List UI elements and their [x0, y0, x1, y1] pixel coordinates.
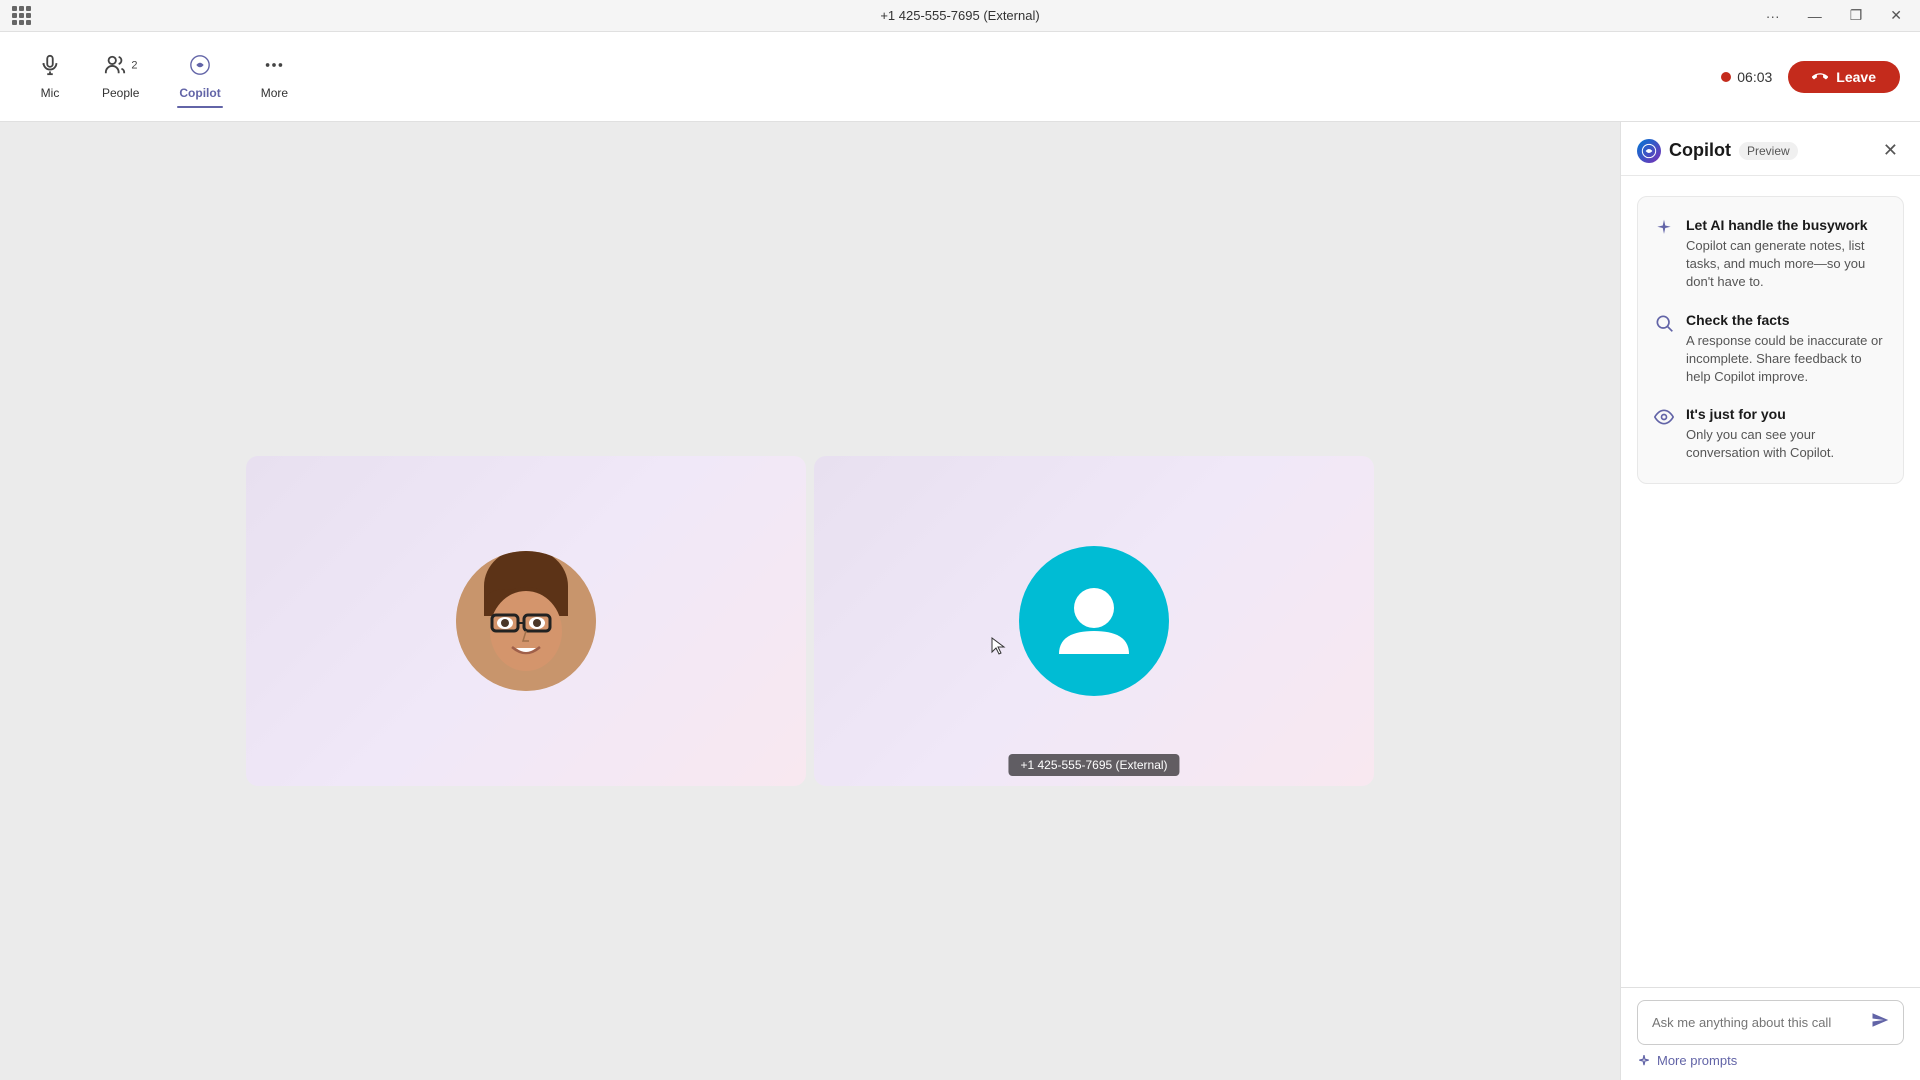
title-bar-left — [12, 6, 31, 25]
more-options-button[interactable]: ··· — [1760, 6, 1786, 26]
mic-button[interactable]: Mic — [20, 46, 80, 108]
external-caller-avatar — [1019, 546, 1169, 696]
main-content: +1 425-555-7695 (External) Copilot Previ… — [0, 122, 1920, 1080]
copilot-info-title-1: Let AI handle the busywork — [1686, 217, 1887, 233]
copilot-preview-badge: Preview — [1739, 142, 1798, 160]
copilot-info-title-2: Check the facts — [1686, 312, 1887, 328]
person-icon-svg — [1049, 576, 1139, 666]
external-caller-label: +1 425-555-7695 (External) — [1008, 754, 1179, 776]
sparkle-icon — [1654, 218, 1674, 243]
copilot-icon — [189, 54, 211, 82]
send-button[interactable] — [1871, 1011, 1889, 1034]
ask-input[interactable] — [1652, 1015, 1871, 1030]
copilot-info-body-1: Copilot can generate notes, list tasks, … — [1686, 237, 1887, 292]
copilot-info-body-2: A response could be inaccurate or incomp… — [1686, 332, 1887, 387]
local-video-tile — [246, 456, 806, 786]
copilot-button[interactable]: Copilot — [161, 46, 238, 108]
copilot-footer: More prompts — [1621, 987, 1920, 1080]
mic-label: Mic — [41, 86, 60, 100]
recording-dot — [1721, 72, 1731, 82]
restore-button[interactable]: ❐ — [1844, 5, 1869, 26]
ask-input-wrapper[interactable] — [1637, 1000, 1904, 1045]
copilot-panel: Copilot Preview ✕ Let AI handle the busy… — [1620, 122, 1920, 1080]
phone-icon — [1812, 69, 1828, 85]
minimize-button[interactable]: — — [1802, 6, 1828, 26]
title-bar-title: +1 425-555-7695 (External) — [880, 8, 1039, 23]
people-icon: 2 — [104, 54, 138, 82]
copilot-logo — [1637, 139, 1661, 163]
toolbar-right: 06:03 Leave — [1721, 61, 1900, 93]
copilot-close-button[interactable]: ✕ — [1877, 138, 1904, 163]
more-label: More — [261, 86, 288, 100]
copilot-info-text-1: Let AI handle the busywork Copilot can g… — [1686, 217, 1887, 292]
video-area: +1 425-555-7695 (External) — [0, 122, 1620, 1080]
external-video-tile: +1 425-555-7695 (External) — [814, 456, 1374, 786]
magnify-icon — [1654, 313, 1674, 338]
copilot-label: Copilot — [179, 86, 220, 100]
video-grid: +1 425-555-7695 (External) — [0, 162, 1620, 1080]
app-grid-icon[interactable] — [12, 6, 31, 25]
more-prompts-button[interactable]: More prompts — [1637, 1053, 1737, 1068]
copilot-info-item-3: It's just for you Only you can see your … — [1654, 406, 1887, 462]
copilot-panel-title: Copilot — [1669, 140, 1731, 161]
title-bar-controls: ··· — ❐ ✕ — [1760, 5, 1908, 26]
avatar-face-svg — [456, 551, 596, 691]
copilot-logo-svg — [1641, 143, 1657, 159]
leave-button[interactable]: Leave — [1788, 61, 1900, 93]
people-button[interactable]: 2 People — [84, 46, 157, 108]
copilot-info-item-1: Let AI handle the busywork Copilot can g… — [1654, 217, 1887, 292]
sparkle-small-icon — [1637, 1054, 1651, 1068]
copilot-info-card: Let AI handle the busywork Copilot can g… — [1637, 196, 1904, 484]
recording-badge: 06:03 — [1721, 69, 1772, 85]
copilot-body: Let AI handle the busywork Copilot can g… — [1621, 176, 1920, 987]
toolbar: Mic 2 People Copil — [0, 32, 1920, 122]
copilot-info-title-3: It's just for you — [1686, 406, 1887, 422]
copilot-info-body-3: Only you can see your conversation with … — [1686, 426, 1887, 462]
copilot-header-left: Copilot Preview — [1637, 139, 1798, 163]
people-label: People — [102, 86, 139, 100]
send-icon — [1871, 1011, 1889, 1029]
more-icon — [263, 54, 285, 82]
close-button[interactable]: ✕ — [1884, 5, 1908, 26]
leave-label: Leave — [1836, 69, 1876, 85]
copilot-info-text-3: It's just for you Only you can see your … — [1686, 406, 1887, 462]
people-count: 2 — [131, 59, 137, 71]
copilot-info-text-2: Check the facts A response could be inac… — [1686, 312, 1887, 387]
copilot-header: Copilot Preview ✕ — [1621, 122, 1920, 176]
more-button[interactable]: More — [243, 46, 306, 108]
copilot-info-item-2: Check the facts A response could be inac… — [1654, 312, 1887, 387]
title-bar: +1 425-555-7695 (External) ··· — ❐ ✕ — [0, 0, 1920, 32]
more-prompts-label: More prompts — [1657, 1053, 1737, 1068]
eye-icon — [1654, 407, 1674, 432]
toolbar-left: Mic 2 People Copil — [20, 46, 306, 108]
local-user-avatar — [456, 551, 596, 691]
mic-icon — [39, 54, 61, 82]
recording-time: 06:03 — [1737, 69, 1772, 85]
